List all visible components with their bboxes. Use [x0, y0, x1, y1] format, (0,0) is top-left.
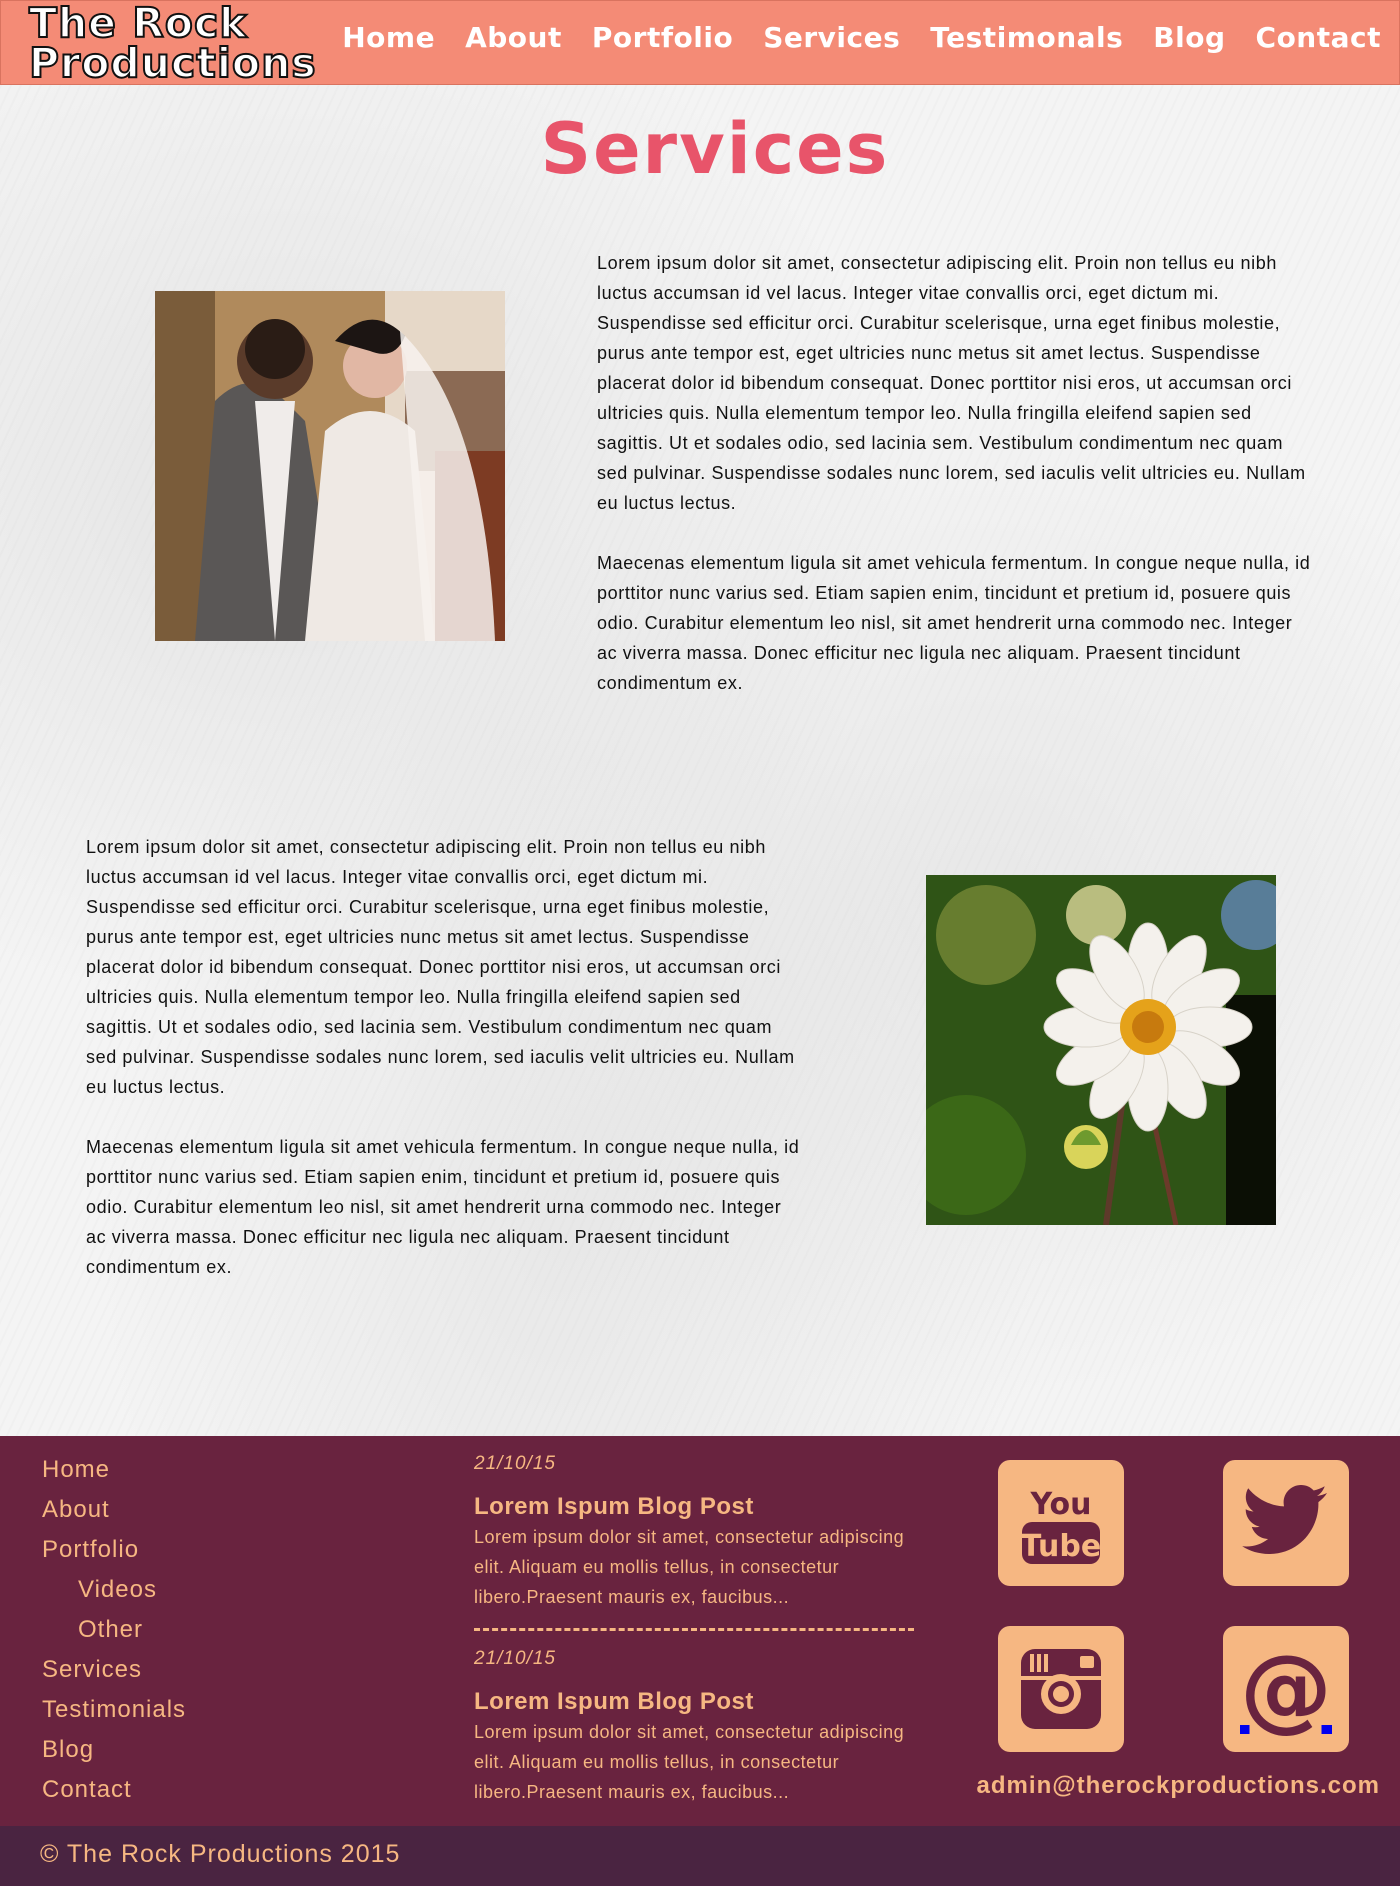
blog-post[interactable]: 21/10/15 Lorem Ispum Blog Post Lorem ips… — [474, 1645, 914, 1807]
footer-nav-services[interactable]: Services — [42, 1650, 186, 1690]
nav-testimonials[interactable]: Testimonals — [930, 21, 1123, 54]
footer-nav-about[interactable]: About — [42, 1490, 186, 1530]
services-paragraph: Lorem ipsum dolor sit amet, consectetur … — [86, 837, 795, 1097]
page-title: Services — [540, 108, 890, 190]
site-header: The Rock Productions Home About Portfoli… — [0, 0, 1400, 85]
copyright-bar: © The Rock Productions 2015 — [0, 1826, 1400, 1886]
footer-nav-testimonials[interactable]: Testimonials — [42, 1690, 186, 1730]
blog-post-date: 21/10/15 — [474, 1648, 556, 1669]
copyright-text: © The Rock Productions 2015 — [40, 1840, 401, 1868]
services-paragraph: Maecenas elementum ligula sit amet vehic… — [597, 553, 1311, 693]
services-paragraph: Maecenas elementum ligula sit amet vehic… — [86, 1137, 800, 1277]
nav-home[interactable]: Home — [342, 21, 435, 54]
blog-post[interactable]: 21/10/15 Lorem Ispum Blog Post Lorem ips… — [474, 1450, 914, 1612]
blog-post-date: 21/10/15 — [474, 1453, 556, 1474]
nav-portfolio[interactable]: Portfolio — [592, 21, 733, 54]
footer-nav-videos[interactable]: Videos — [42, 1570, 186, 1610]
logo-line-2: Productions — [28, 39, 317, 87]
nav-blog[interactable]: Blog — [1153, 21, 1225, 54]
twitter-icon — [1242, 1485, 1327, 1554]
wedding-photo-art — [155, 291, 505, 641]
youtube-icon-text-1: You — [1030, 1487, 1092, 1522]
site-footer: Home About Portfolio Videos Other Servic… — [0, 1436, 1400, 1826]
email-at-icon: @ — [1240, 1635, 1332, 1742]
youtube-icon: You Tube — [1021, 1487, 1101, 1564]
nav-contact[interactable]: Contact — [1256, 21, 1381, 54]
instagram-button[interactable] — [998, 1626, 1124, 1752]
main-nav: Home About Portfolio Services Testimonal… — [312, 21, 1381, 54]
youtube-button[interactable]: You Tube — [998, 1460, 1124, 1586]
blog-post-excerpt: Lorem ipsum dolor sit amet, consectetur … — [474, 1722, 905, 1802]
blog-post-excerpt: Lorem ipsum dolor sit amet, consectetur … — [474, 1527, 905, 1607]
services-text-2: Lorem ipsum dolor sit amet, consectetur … — [86, 832, 806, 1312]
blog-post-title[interactable]: Lorem Ispum Blog Post — [474, 1687, 914, 1717]
footer-blog-posts: 21/10/15 Lorem Ispum Blog Post Lorem ips… — [474, 1450, 914, 1807]
footer-nav-other[interactable]: Other — [42, 1610, 186, 1650]
footer-nav-blog[interactable]: Blog — [42, 1730, 186, 1770]
twitter-button[interactable] — [1223, 1460, 1349, 1586]
services-text-1: Lorem ipsum dolor sit amet, consectetur … — [597, 248, 1317, 728]
wedding-photo — [155, 291, 505, 641]
youtube-icon-text-2: Tube — [1021, 1529, 1101, 1564]
flower-photo-art — [926, 875, 1276, 1225]
services-paragraph: Lorem ipsum dolor sit amet, consectetur … — [597, 253, 1306, 513]
nav-services[interactable]: Services — [763, 21, 900, 54]
logo-line-1: The Rock — [28, 0, 248, 47]
footer-nav-portfolio[interactable]: Portfolio — [42, 1530, 186, 1570]
flower-photo — [926, 875, 1276, 1225]
instagram-icon — [1021, 1649, 1101, 1729]
nav-about[interactable]: About — [465, 21, 562, 54]
footer-email[interactable]: admin@therockproductions.com — [960, 1772, 1380, 1800]
footer-nav: Home About Portfolio Videos Other Servic… — [42, 1450, 186, 1810]
site-logo[interactable]: The Rock Productions — [28, 0, 319, 87]
post-divider — [474, 1628, 914, 1631]
blog-post-title[interactable]: Lorem Ispum Blog Post — [474, 1492, 914, 1522]
footer-nav-contact[interactable]: Contact — [42, 1770, 186, 1810]
email-button[interactable]: @ — [1223, 1626, 1349, 1752]
footer-nav-home[interactable]: Home — [42, 1450, 186, 1490]
